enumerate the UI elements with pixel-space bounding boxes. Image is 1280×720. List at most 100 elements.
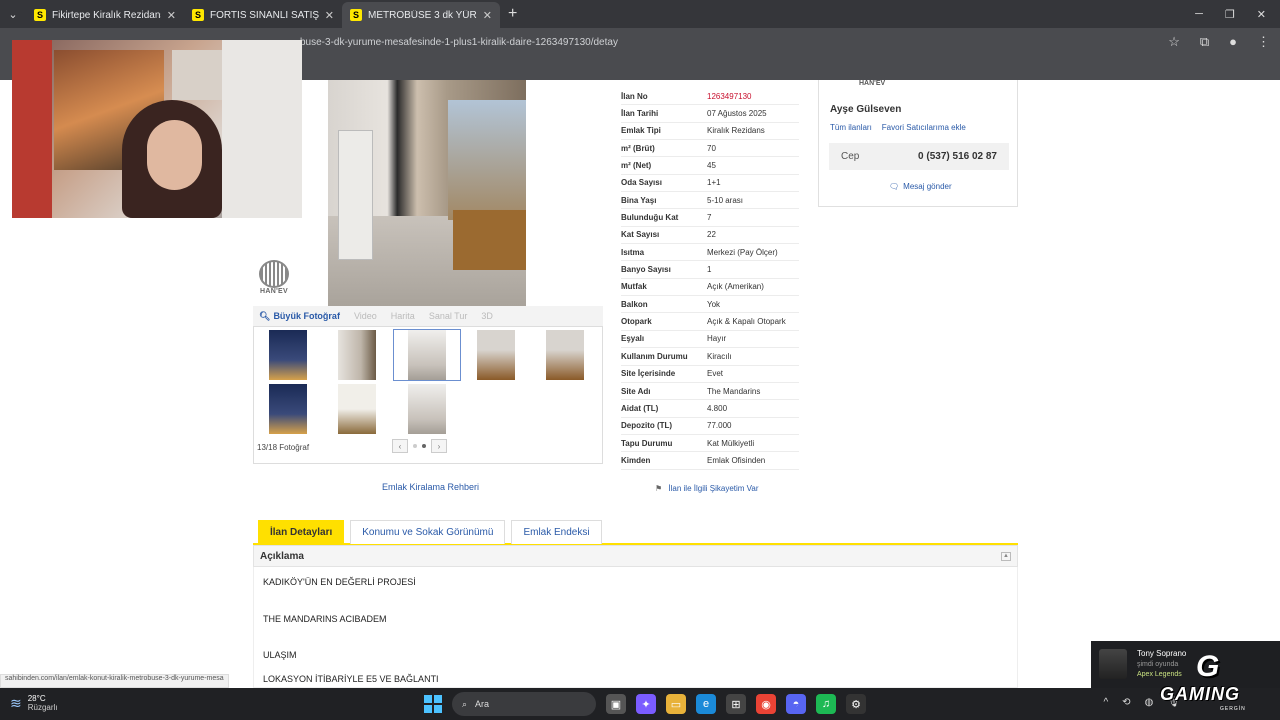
virtual-tour-button[interactable]: Sanal Tur (429, 311, 468, 321)
window-close-icon[interactable]: ✕ (1257, 8, 1266, 21)
prev-page-button[interactable]: ‹ (392, 439, 408, 453)
webcam-overlay (12, 40, 302, 218)
spotify-icon[interactable]: ♫ (816, 694, 836, 714)
detail-row: Emlak Tipi Kiralık Rezidans (621, 123, 799, 141)
file-explorer-icon[interactable]: ▭ (666, 694, 686, 714)
detail-value: 1 (707, 265, 712, 275)
3d-button[interactable]: 3D (481, 311, 493, 321)
detail-value: 7 (707, 213, 712, 223)
detail-row: Oda Sayısı 1+1 (621, 175, 799, 193)
video-button[interactable]: Video (354, 311, 377, 321)
task-view-icon[interactable]: ▣ (606, 694, 626, 714)
thumbnail[interactable] (254, 383, 322, 435)
store-icon[interactable]: ⊞ (726, 694, 746, 714)
detail-label: Eşyalı (621, 334, 645, 344)
detail-value: 1+1 (707, 178, 721, 188)
detail-value: Açık & Kapalı Otopark (707, 317, 786, 327)
detail-label: Tapu Durumu (621, 438, 673, 448)
sahibinden-favicon-icon: S (34, 9, 46, 21)
detail-row: İlan No 1263497130 (621, 88, 799, 106)
detail-row: Aidat (TL) 4.800 (621, 400, 799, 418)
listing-details-table: İlan No 1263497130 İlan Tarihi 07 Ağustos 2… (621, 88, 799, 470)
description-line: ULAŞIM (263, 650, 297, 660)
tab-listing-details[interactable]: İlan Detayları (258, 520, 345, 544)
photo-room (448, 100, 526, 220)
thumbnail[interactable] (393, 383, 461, 435)
tray-app-icon[interactable]: ◍ (1145, 697, 1154, 708)
detail-row: Isıtma Merkezi (Pay Ölçer) (621, 244, 799, 262)
steam-icon[interactable]: ⚙ (846, 694, 866, 714)
thumbnail[interactable] (254, 329, 322, 381)
tab-location[interactable]: Konumu ve Sokak Görünümü (350, 520, 506, 544)
detail-label: İlan No (621, 91, 648, 101)
photo-wood-floor (453, 210, 526, 270)
discord-icon[interactable]: ◓ (786, 694, 806, 714)
close-icon[interactable]: ✕ (325, 9, 334, 22)
extensions-icon[interactable]: ⧉ (1200, 34, 1209, 50)
photo-toolbar: 🔍︎ Büyük Fotoğraf Video Harita Sanal Tur… (253, 306, 603, 326)
gaming-logo-text: GAMING (1160, 684, 1240, 704)
detail-label: Kullanım Durumu (621, 351, 688, 361)
detail-value: Kiracılı (707, 351, 732, 361)
detail-row: Kimden Emlak Ofisinden (621, 452, 799, 470)
page-dot[interactable] (413, 444, 417, 448)
big-photo-label: Büyük Fotoğraf (273, 311, 340, 321)
profile-icon[interactable]: ● (1229, 34, 1237, 50)
detail-value: 4.800 (707, 403, 728, 413)
collapse-icon[interactable]: ▲ (1001, 551, 1011, 561)
detail-label: Banyo Sayısı (621, 265, 671, 275)
bookmark-star-icon[interactable]: ☆ (1168, 34, 1180, 50)
detail-value: Hayır (707, 334, 727, 344)
rental-guide-link[interactable]: Emlak Kiralama Rehberi (382, 482, 479, 492)
close-icon[interactable]: ✕ (167, 9, 176, 22)
restore-icon[interactable]: ❐ (1225, 8, 1235, 21)
detail-label: Kat Sayısı (621, 230, 660, 240)
taskbar-search-label: Ara (475, 699, 490, 709)
thumbnail-image (546, 330, 584, 380)
tray-network-icon[interactable]: ⟲ (1122, 697, 1130, 708)
tray-chevron-icon[interactable]: ^ (1103, 697, 1108, 708)
thumbnail[interactable] (323, 329, 391, 381)
browser-tab-3[interactable]: S METROBÜSE 3 dk YÜRÜME MESAFESİNDE ✕ (342, 2, 500, 28)
main-listing-photo[interactable] (328, 80, 526, 306)
tab-search-icon[interactable]: ⌄ (0, 1, 26, 27)
minimize-icon[interactable]: ─ (1195, 8, 1203, 21)
browser-tab-2[interactable]: S FORTIS SİNANLI SATIŞ OFİSİNDEN ✕ (184, 2, 342, 28)
tab-real-estate-index[interactable]: Emlak Endeksi (511, 520, 602, 544)
favorite-seller-link[interactable]: Favori Satıcılarıma ekle (882, 123, 966, 132)
thumbnail-selected[interactable] (393, 329, 461, 381)
start-button[interactable] (424, 695, 442, 713)
close-icon[interactable]: ✕ (483, 9, 492, 22)
url-field[interactable]: buse-3-dk-yurume-mesafesinde-1-plus1-kir… (300, 37, 618, 48)
browser-tab-bar: ⌄ S Fikirtepe Kiralık Rezidans, Villa, ✕… (0, 0, 1280, 28)
thumbnail[interactable] (323, 383, 391, 435)
thumbnail-image (477, 330, 515, 380)
phone-number[interactable]: 0 (537) 516 02 87 (918, 151, 997, 162)
tab-title: METROBÜSE 3 dk YÜRÜME MESAFESİNDE (368, 9, 477, 21)
complaint-link[interactable]: ⚑ İlan ile İlgili Şikayetim Var (655, 484, 759, 493)
taskbar-search[interactable]: ⌕ Ara (452, 692, 596, 716)
all-listings-link[interactable]: Tüm ilanları (830, 123, 872, 132)
detail-label: m² (Net) (621, 161, 652, 171)
send-message-link[interactable]: 🗨︎ Mesaj gönder (889, 182, 952, 191)
detail-row: m² (Net) 45 (621, 157, 799, 175)
weather-desc: Rüzgarlı (27, 703, 58, 712)
copilot-icon[interactable]: ✦ (636, 694, 656, 714)
weather-widget[interactable]: ≋ 28°C Rüzgarlı (10, 694, 58, 712)
browser-tab-1[interactable]: S Fikirtepe Kiralık Rezidans, Villa, ✕ (26, 2, 184, 28)
chrome-icon[interactable]: ◉ (756, 694, 776, 714)
description-body: KADIKÖY'ÜN EN DEĞERLİ PROJESİ THE MANDAR… (253, 567, 1018, 688)
map-button[interactable]: Harita (391, 311, 415, 321)
big-photo-button[interactable]: 🔍︎ Büyük Fotoğraf (259, 311, 340, 322)
next-page-button[interactable]: › (431, 439, 447, 453)
menu-icon[interactable]: ⋮ (1257, 34, 1270, 50)
thumbnail[interactable] (531, 329, 599, 381)
new-tab-button[interactable]: + (508, 5, 517, 23)
seller-box: HAN'EV Ayşe Gülseven Tüm ilanları Favori… (818, 80, 1018, 207)
page-dot-active[interactable] (422, 444, 426, 448)
detail-row: İlan Tarihi 07 Ağustos 2025 (621, 105, 799, 123)
thumbnail[interactable] (462, 329, 530, 381)
agency-logo-icon (259, 260, 289, 288)
edge-icon[interactable]: e (696, 694, 716, 714)
detail-label: Emlak Tipi (621, 126, 661, 136)
